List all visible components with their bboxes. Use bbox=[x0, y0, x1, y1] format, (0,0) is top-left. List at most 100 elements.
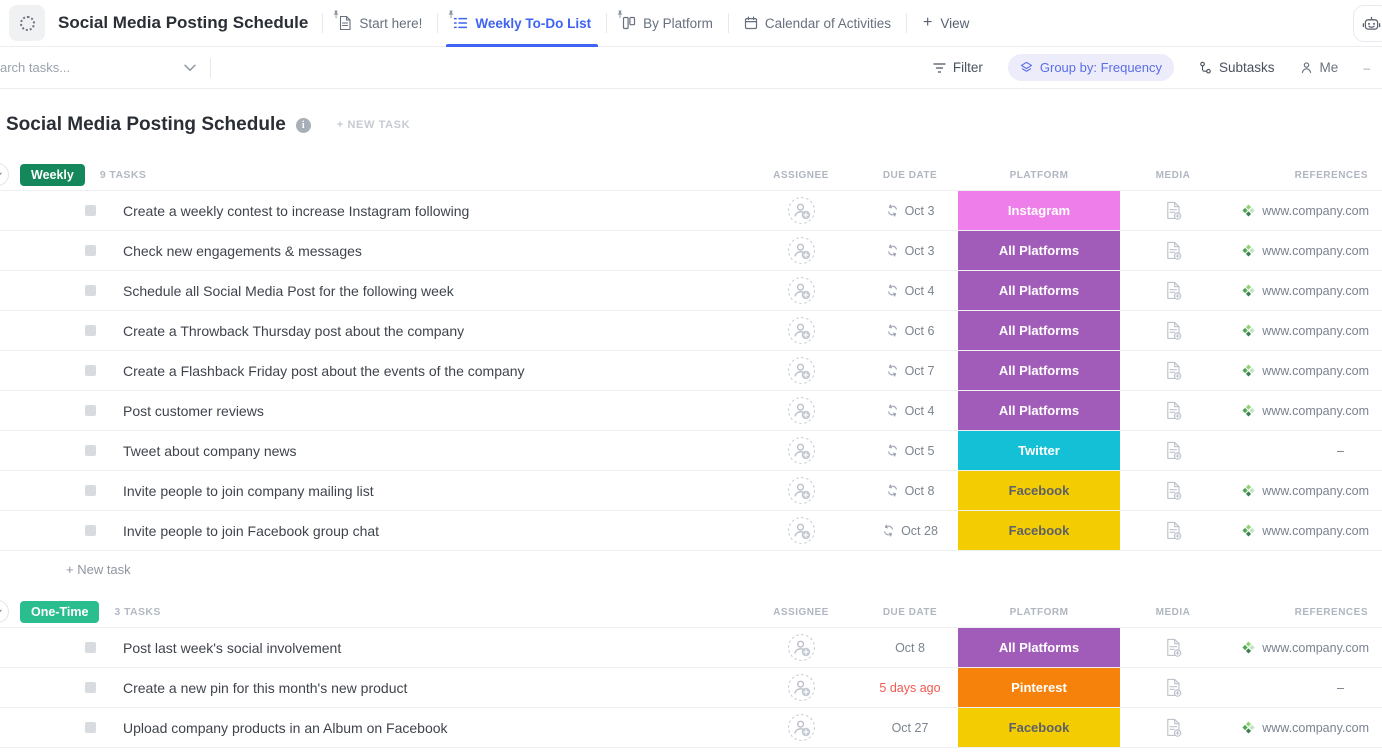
add-media-button[interactable] bbox=[1164, 280, 1183, 301]
group-new-task-button[interactable]: + New task bbox=[0, 551, 131, 581]
add-media-button[interactable] bbox=[1164, 717, 1183, 738]
add-assignee-button[interactable] bbox=[787, 316, 816, 345]
add-assignee-button[interactable] bbox=[787, 356, 816, 385]
group-badge[interactable]: One-Time bbox=[20, 601, 99, 623]
platform-badge[interactable]: All Platforms bbox=[958, 628, 1120, 667]
reference-link[interactable]: www.company.com bbox=[1226, 324, 1382, 338]
platform-badge[interactable]: All Platforms bbox=[958, 351, 1120, 390]
platform-badge[interactable]: Twitter bbox=[958, 431, 1120, 470]
task-status-checkbox[interactable] bbox=[85, 365, 96, 376]
platform-badge[interactable]: All Platforms bbox=[958, 231, 1120, 270]
add-media-button[interactable] bbox=[1164, 200, 1183, 221]
add-media-button[interactable] bbox=[1164, 320, 1183, 341]
add-media-button[interactable] bbox=[1164, 360, 1183, 381]
task-status-checkbox[interactable] bbox=[85, 325, 96, 336]
task-name[interactable]: Post customer reviews bbox=[123, 403, 264, 419]
subtasks-button[interactable]: Subtasks bbox=[1199, 60, 1275, 75]
platform-badge[interactable]: All Platforms bbox=[958, 271, 1120, 310]
add-media-button[interactable] bbox=[1164, 240, 1183, 261]
add-assignee-button[interactable] bbox=[787, 236, 816, 265]
reference-link[interactable]: – bbox=[1226, 681, 1382, 695]
task-name[interactable]: Post last week's social involvement bbox=[123, 640, 341, 656]
tab-weekly-to-do-list[interactable]: Weekly To-Do List bbox=[438, 0, 606, 46]
due-date[interactable]: Oct 8 bbox=[862, 484, 958, 498]
collapse-group-button[interactable] bbox=[0, 600, 9, 623]
column-header-due-date[interactable]: DUE DATE bbox=[862, 170, 958, 181]
add-assignee-button[interactable] bbox=[787, 436, 816, 465]
new-task-button[interactable]: + NEW TASK bbox=[337, 119, 410, 131]
task-name[interactable]: Create a Throwback Thursday post about t… bbox=[123, 323, 464, 339]
task-status-checkbox[interactable] bbox=[85, 525, 96, 536]
add-media-button[interactable] bbox=[1164, 520, 1183, 541]
due-date[interactable]: Oct 6 bbox=[862, 324, 958, 338]
task-status-checkbox[interactable] bbox=[85, 405, 96, 416]
reference-link[interactable]: www.company.com bbox=[1226, 404, 1382, 418]
task-status-checkbox[interactable] bbox=[85, 245, 96, 256]
due-date[interactable]: Oct 7 bbox=[862, 364, 958, 378]
add-assignee-button[interactable] bbox=[787, 713, 816, 742]
platform-badge[interactable]: Facebook bbox=[958, 511, 1120, 550]
add-assignee-button[interactable] bbox=[787, 196, 816, 225]
add-media-button[interactable] bbox=[1164, 400, 1183, 421]
platform-badge[interactable]: Facebook bbox=[958, 471, 1120, 510]
task-name[interactable]: Invite people to join Facebook group cha… bbox=[123, 523, 379, 539]
info-icon[interactable]: i bbox=[296, 118, 311, 133]
task-status-checkbox[interactable] bbox=[85, 722, 96, 733]
task-name[interactable]: Tweet about company news bbox=[123, 443, 297, 459]
platform-badge[interactable]: Pinterest bbox=[958, 668, 1120, 707]
due-date[interactable]: Oct 3 bbox=[862, 244, 958, 258]
add-media-button[interactable] bbox=[1164, 677, 1183, 698]
column-header-assignee[interactable]: ASSIGNEE bbox=[740, 170, 862, 181]
tab-by-platform[interactable]: By Platform bbox=[607, 0, 728, 46]
due-date[interactable]: 5 days ago bbox=[862, 681, 958, 695]
due-date[interactable]: Oct 8 bbox=[862, 641, 958, 655]
platform-badge[interactable]: All Platforms bbox=[958, 311, 1120, 350]
reference-link[interactable]: www.company.com bbox=[1226, 484, 1382, 498]
add-assignee-button[interactable] bbox=[787, 476, 816, 505]
column-header-media[interactable]: MEDIA bbox=[1120, 170, 1226, 181]
reference-link[interactable]: www.company.com bbox=[1226, 641, 1382, 655]
task-status-checkbox[interactable] bbox=[85, 445, 96, 456]
group-by-button[interactable]: Group by: Frequency bbox=[1008, 54, 1174, 81]
add-assignee-button[interactable] bbox=[787, 516, 816, 545]
group-badge[interactable]: Weekly bbox=[20, 164, 85, 186]
column-header-assignee[interactable]: ASSIGNEE bbox=[740, 607, 862, 618]
reference-link[interactable]: www.company.com bbox=[1226, 244, 1382, 258]
platform-badge[interactable]: Facebook bbox=[958, 708, 1120, 747]
task-name[interactable]: Create a new pin for this month's new pr… bbox=[123, 680, 407, 696]
search-tasks-input[interactable]: arch tasks... bbox=[0, 60, 196, 75]
add-media-button[interactable] bbox=[1164, 480, 1183, 501]
task-status-checkbox[interactable] bbox=[85, 682, 96, 693]
reference-link[interactable]: www.company.com bbox=[1226, 721, 1382, 735]
add-view-button[interactable]: + View bbox=[907, 0, 985, 46]
platform-badge[interactable]: All Platforms bbox=[958, 391, 1120, 430]
reference-link[interactable]: www.company.com bbox=[1226, 204, 1382, 218]
task-name[interactable]: Upload company products in an Album on F… bbox=[123, 720, 448, 736]
task-name[interactable]: Create a weekly contest to increase Inst… bbox=[123, 203, 469, 219]
reference-link[interactable]: www.company.com bbox=[1226, 524, 1382, 538]
platform-badge[interactable]: Instagram bbox=[958, 191, 1120, 230]
reference-link[interactable]: – bbox=[1226, 444, 1382, 458]
column-header-platform[interactable]: PLATFORM bbox=[958, 607, 1120, 618]
tab-calendar-of-activities[interactable]: Calendar of Activities bbox=[729, 0, 906, 46]
column-header-due-date[interactable]: DUE DATE bbox=[862, 607, 958, 618]
column-header-platform[interactable]: PLATFORM bbox=[958, 170, 1120, 181]
add-assignee-button[interactable] bbox=[787, 396, 816, 425]
filter-button[interactable]: Filter bbox=[933, 60, 983, 75]
due-date[interactable]: Oct 28 bbox=[862, 524, 958, 538]
task-name[interactable]: Schedule all Social Media Post for the f… bbox=[123, 283, 454, 299]
column-header-references[interactable]: REFERENCES bbox=[1226, 170, 1382, 181]
task-status-checkbox[interactable] bbox=[85, 205, 96, 216]
due-date[interactable]: Oct 4 bbox=[862, 284, 958, 298]
me-filter-button[interactable]: Me bbox=[1300, 60, 1339, 75]
add-assignee-button[interactable] bbox=[787, 276, 816, 305]
tab-start-here[interactable]: Start here! bbox=[323, 0, 437, 46]
add-assignee-button[interactable] bbox=[787, 633, 816, 662]
reference-link[interactable]: www.company.com bbox=[1226, 364, 1382, 378]
automation-bot-button[interactable] bbox=[1353, 5, 1382, 42]
task-status-checkbox[interactable] bbox=[85, 485, 96, 496]
add-assignee-button[interactable] bbox=[787, 673, 816, 702]
task-name[interactable]: Invite people to join company mailing li… bbox=[123, 483, 374, 499]
task-name[interactable]: Check new engagements & messages bbox=[123, 243, 362, 259]
task-name[interactable]: Create a Flashback Friday post about the… bbox=[123, 363, 525, 379]
